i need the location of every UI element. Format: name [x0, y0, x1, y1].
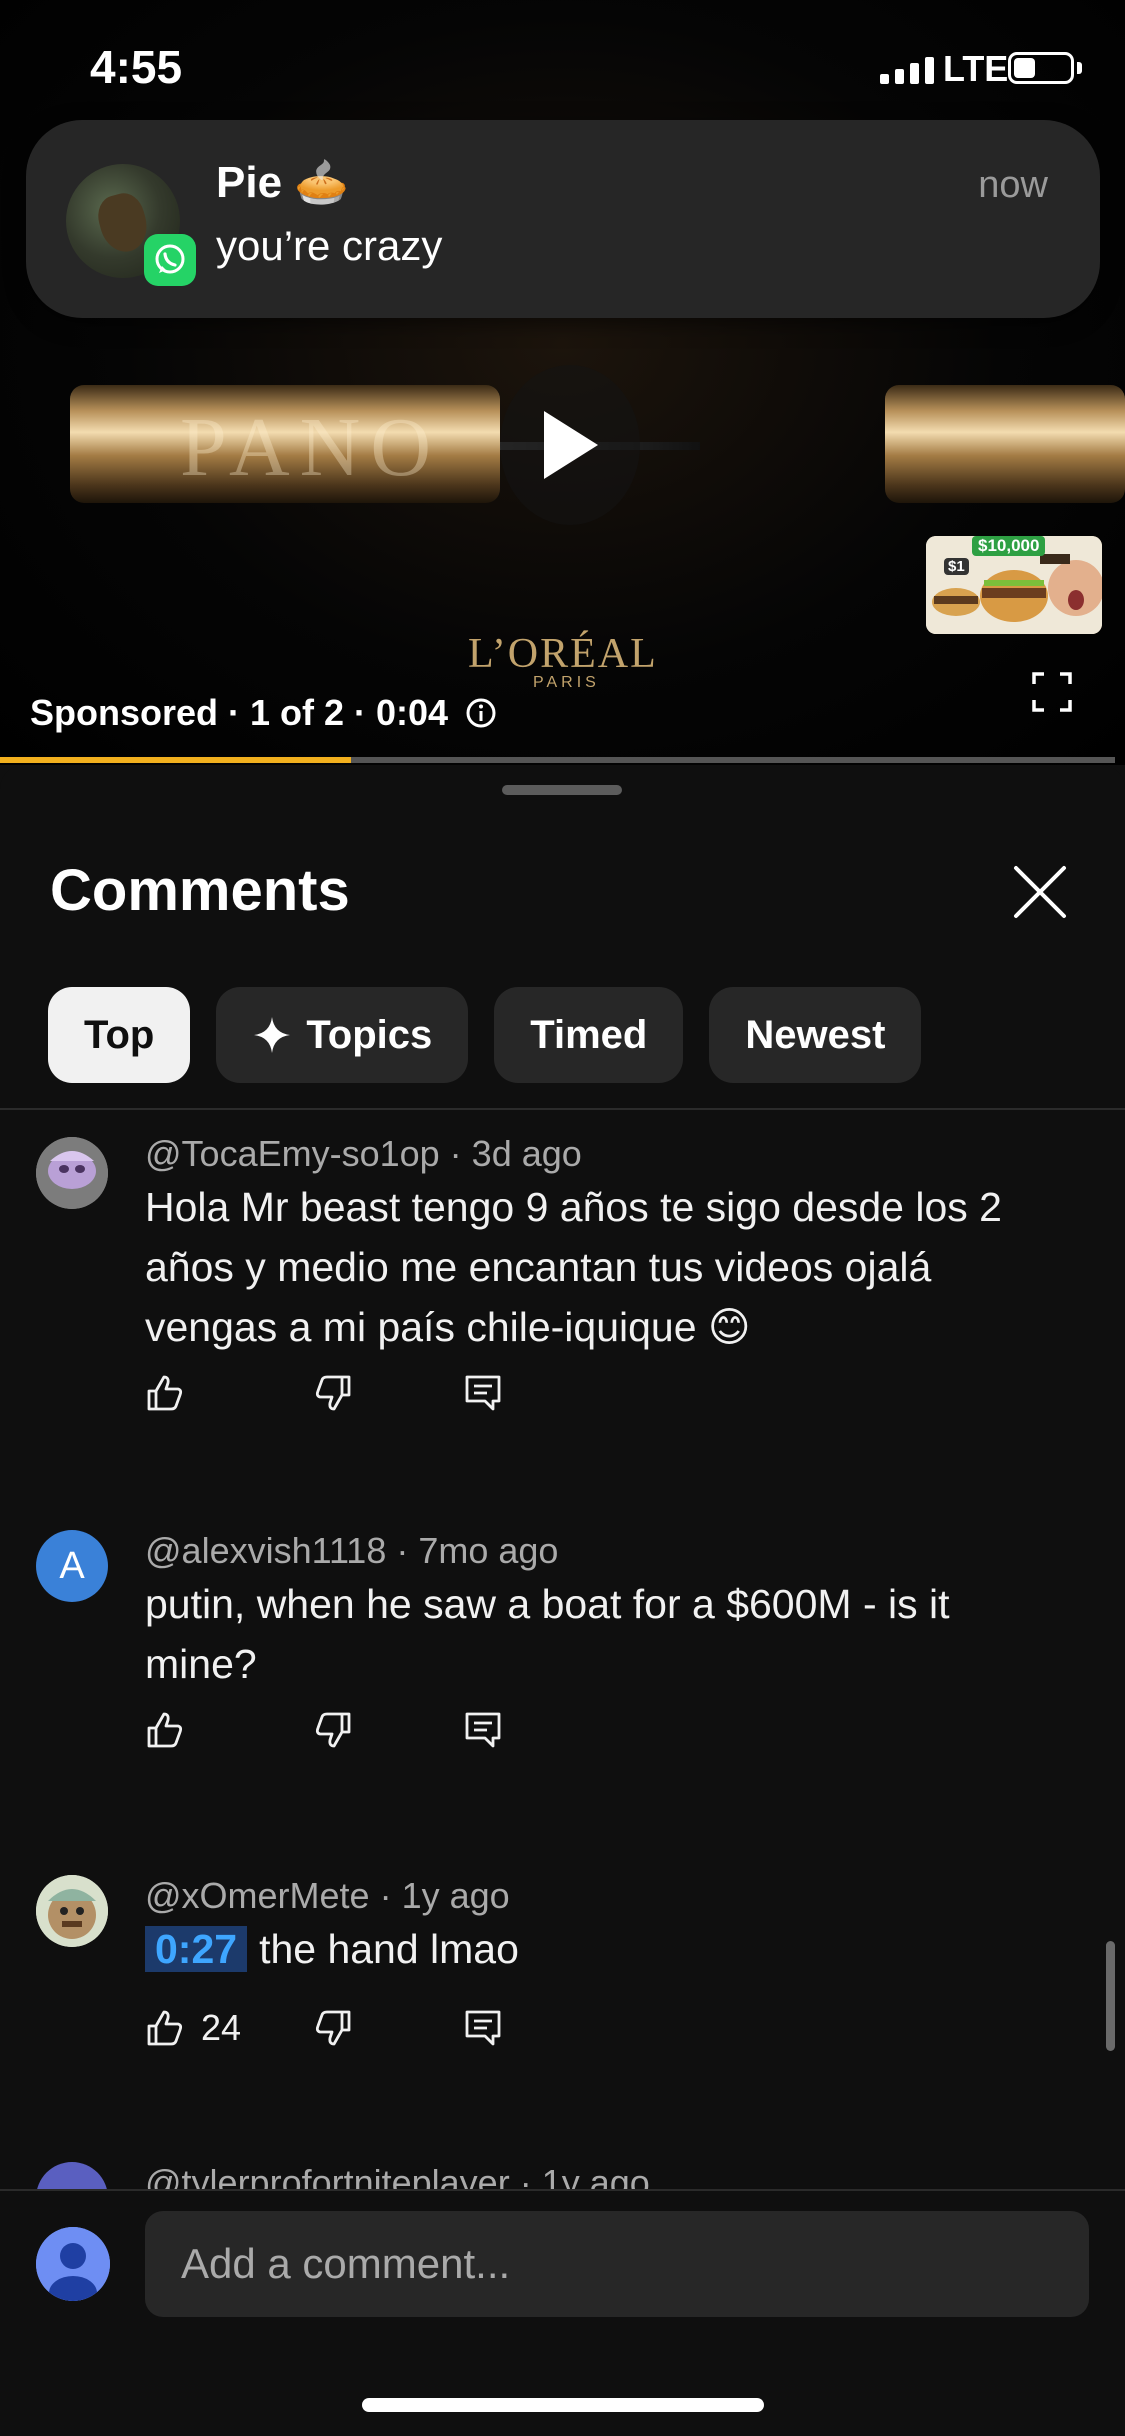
play-button[interactable]: [500, 365, 640, 525]
avatar[interactable]: [36, 1875, 108, 1947]
avatar[interactable]: A: [36, 1530, 108, 1602]
avatar-letter: A: [59, 1544, 85, 1587]
like-button[interactable]: [145, 1373, 313, 1413]
comments-sheet: Comments Top Topics Timed Newest @TocaEm…: [0, 765, 1125, 2436]
divider: [0, 1108, 1125, 1110]
thumbs-up-icon: [147, 2010, 183, 2046]
thumbnail-price-small: $1: [944, 558, 969, 575]
drag-handle[interactable]: [502, 785, 622, 795]
video-player[interactable]: PANO $10,000 $1 L’ORÉAL PARIS Sponsored …: [0, 0, 1125, 765]
comment-age: 1y ago: [541, 2162, 650, 2189]
play-icon: [544, 411, 598, 479]
notification-title: Pie 🥧: [216, 158, 350, 207]
status-time: 4:55: [90, 41, 183, 93]
product-tube-left: PANO: [70, 385, 500, 503]
chip-label: Newest: [745, 1012, 886, 1057]
comment-age: 3d ago: [471, 1133, 582, 1174]
dislike-button[interactable]: [313, 1710, 463, 1750]
comment-age: 7mo ago: [418, 1530, 559, 1571]
status-bar: 4:55 LTE: [0, 0, 1125, 120]
comment-author[interactable]: @tylerprofortniteplayer: [145, 2162, 510, 2189]
fullscreen-icon[interactable]: [1032, 672, 1072, 712]
avatar[interactable]: [36, 2162, 108, 2189]
signal-icon: [880, 56, 934, 84]
like-count: 24: [201, 2007, 242, 2048]
thumbs-down-icon: [315, 1375, 351, 1411]
network-label: LTE: [943, 48, 1009, 89]
comment-age: 1y ago: [401, 1875, 510, 1916]
comment-meta: @xOmerMete · 1y ago: [145, 1875, 510, 1916]
next-video-thumbnail[interactable]: $10,000 $1: [926, 536, 1102, 634]
reply-button[interactable]: [463, 2008, 503, 2048]
comment-author[interactable]: @xOmerMete: [145, 1875, 370, 1916]
chip-timed[interactable]: Timed: [494, 987, 684, 1083]
thumbnail-price-big: $10,000: [972, 536, 1046, 556]
dislike-button[interactable]: [313, 2008, 463, 2048]
home-indicator[interactable]: [362, 2398, 764, 2412]
chip-label: Timed: [530, 1012, 648, 1057]
comment-meta: @tylerprofortniteplayer · 1y ago: [145, 2162, 650, 2189]
comment-text: 0:27 the hand lmao: [145, 1919, 1045, 1979]
ad-progress-fill: [0, 757, 352, 763]
whatsapp-icon: [144, 234, 196, 286]
comment-actions: 24: [145, 2007, 503, 2049]
chip-newest[interactable]: Newest: [709, 987, 922, 1083]
comment-author[interactable]: @alexvish1118: [145, 1530, 386, 1571]
battery-cap: [1077, 62, 1082, 74]
sponsored-text: Sponsored · 1 of 2 · 0:04: [30, 692, 449, 733]
like-button[interactable]: 24: [145, 2007, 313, 2049]
chip-top[interactable]: Top: [48, 987, 191, 1083]
timestamp-link[interactable]: 0:27: [145, 1926, 248, 1972]
product-tube-right: [885, 385, 1125, 503]
comment-actions: [145, 1710, 503, 1750]
notification-banner[interactable]: Pie 🥧 you’re crazy now: [26, 120, 1100, 318]
brand-logo: L’ORÉAL: [468, 631, 658, 677]
thumbs-up-icon: [147, 1375, 183, 1411]
comment-body: the hand lmao: [259, 1926, 519, 1972]
brand-logo-sub: PARIS: [533, 674, 600, 691]
reply-button[interactable]: [463, 1373, 503, 1413]
comments-title: Comments: [50, 858, 350, 923]
chip-topics[interactable]: Topics: [216, 987, 469, 1083]
comment-input[interactable]: Add a comment...: [145, 2211, 1089, 2317]
chip-label: Topics: [306, 1012, 433, 1057]
battery-icon: [1008, 52, 1074, 84]
notification-time: now: [978, 164, 1048, 206]
comment-text: Hola Mr beast tengo 9 años te sigo desde…: [145, 1184, 1002, 1350]
comment-filter-chips: Top Topics Timed Newest: [48, 987, 922, 1083]
reply-button[interactable]: [463, 1710, 503, 1750]
close-icon[interactable]: [1010, 862, 1070, 922]
avatar[interactable]: [36, 1137, 108, 1209]
thumbs-up-icon: [147, 1712, 183, 1748]
sponsored-label: Sponsored · 1 of 2 · 0:04: [30, 692, 498, 734]
dislike-button[interactable]: [313, 1373, 463, 1413]
thumbs-down-icon: [315, 1712, 351, 1748]
reply-icon: [465, 1375, 501, 1411]
sparkle-icon: [254, 1017, 291, 1053]
comment-actions: [145, 1373, 503, 1413]
comment-meta: @alexvish1118 · 7mo ago: [145, 1530, 559, 1571]
info-icon[interactable]: [464, 696, 498, 730]
comment-item: @tylerprofortniteplayer · 1y ago: [0, 2162, 1125, 2189]
tube-text: PANO: [180, 401, 441, 494]
ad-progress-bar[interactable]: [0, 757, 1115, 763]
like-button[interactable]: [145, 1710, 313, 1750]
thumbs-down-icon: [315, 2010, 351, 2046]
reply-icon: [465, 2010, 501, 2046]
user-avatar[interactable]: [36, 2227, 110, 2301]
scrollbar[interactable]: [1106, 1941, 1115, 2051]
notification-message: you’re crazy: [216, 222, 443, 269]
comment-text: putin, when he saw a boat for a $600M - …: [145, 1581, 950, 1687]
chip-label: Top: [84, 1012, 155, 1057]
reply-icon: [465, 1712, 501, 1748]
comment-author[interactable]: @TocaEmy-so1op: [145, 1133, 440, 1174]
comment-meta: @TocaEmy-so1op · 3d ago: [145, 1133, 582, 1174]
